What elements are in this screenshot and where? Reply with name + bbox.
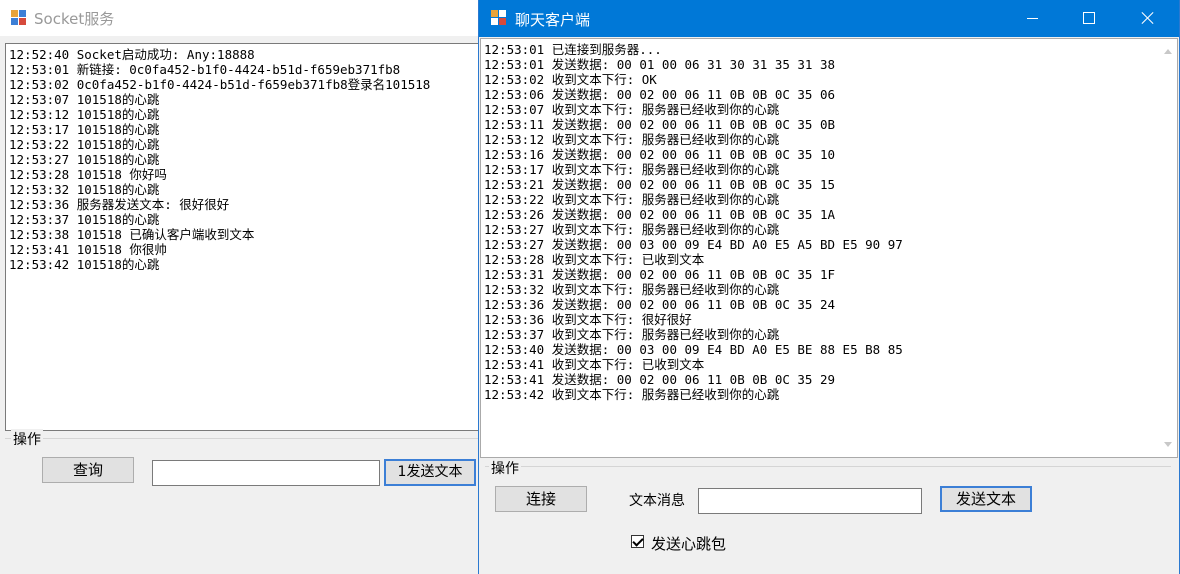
- minimize-button[interactable]: [1009, 0, 1055, 37]
- log-line: 12:53:36 收到文本下行: 很好很好: [484, 312, 692, 327]
- log-line: 12:53:37 收到文本下行: 服务器已经收到你的心跳: [484, 327, 780, 342]
- log-line: 12:53:31 发送数据: 00 02 00 06 11 0B 0B 0C 3…: [484, 267, 836, 282]
- heartbeat-checkbox[interactable]: [631, 535, 644, 548]
- minimize-icon: [1026, 17, 1038, 19]
- app-icon: [11, 10, 27, 26]
- close-icon: [1142, 12, 1154, 24]
- log-line: 12:53:12 101518的心跳: [9, 107, 160, 122]
- log-line: 12:53:36 发送数据: 00 02 00 06 11 0B 0B 0C 3…: [484, 297, 836, 312]
- connect-button[interactable]: 连接: [495, 486, 587, 512]
- log-line: 12:53:17 收到文本下行: 服务器已经收到你的心跳: [484, 162, 780, 177]
- vertical-scrollbar[interactable]: [1160, 39, 1177, 457]
- maximize-button[interactable]: [1066, 0, 1112, 37]
- scroll-up-icon[interactable]: [1164, 49, 1172, 54]
- log-line: 12:53:22 101518的心跳: [9, 137, 160, 152]
- log-line: 12:53:27 发送数据: 00 03 00 09 E4 BD A0 E5 A…: [484, 237, 903, 252]
- log-line: 12:53:27 收到文本下行: 服务器已经收到你的心跳: [484, 222, 780, 237]
- maximize-icon: [1083, 12, 1095, 24]
- log-line: 12:53:27 101518的心跳: [9, 152, 160, 167]
- log-line: 12:53:42 101518的心跳: [9, 257, 160, 272]
- log-line: 12:53:11 发送数据: 00 02 00 06 11 0B 0B 0C 3…: [484, 117, 836, 132]
- log-line: 12:53:36 服务器发送文本: 很好很好: [9, 197, 230, 212]
- log-line: 12:53:41 收到文本下行: 已收到文本: [484, 357, 705, 372]
- log-line: 12:53:01 已连接到服务器...: [484, 42, 662, 57]
- log-line: 12:53:07 收到文本下行: 服务器已经收到你的心跳: [484, 102, 780, 117]
- app-icon: [491, 10, 507, 26]
- scroll-down-icon[interactable]: [1164, 442, 1172, 447]
- log-line: 12:53:02 收到文本下行: OK: [484, 72, 657, 87]
- client-log-list: 12:53:01 已连接到服务器... 12:53:01 发送数据: 00 01 …: [484, 42, 903, 402]
- query-button[interactable]: 查询: [42, 457, 134, 483]
- client-window: 聊天客户端 12:53:01 已连接到服务器... 12:53:01 发送数据: …: [478, 0, 1180, 574]
- log-line: 12:53:22 收到文本下行: 服务器已经收到你的心跳: [484, 192, 780, 207]
- checkmark-icon: [632, 535, 644, 547]
- heartbeat-label[interactable]: 发送心跳包: [651, 533, 726, 554]
- log-line: 12:53:32 收到文本下行: 服务器已经收到你的心跳: [484, 282, 780, 297]
- client-send-text-button[interactable]: 发送文本: [940, 486, 1032, 512]
- log-line: 12:53:21 发送数据: 00 02 00 06 11 0B 0B 0C 3…: [484, 177, 836, 192]
- message-label: 文本消息: [629, 493, 685, 509]
- log-line: 12:53:01 发送数据: 00 01 00 06 31 30 31 35 3…: [484, 57, 836, 72]
- server-titlebar[interactable]: Socket服务: [0, 0, 490, 36]
- log-line: 12:53:01 新链接: 0c0fa452-b1f0-4424-b51d-f6…: [9, 62, 401, 77]
- log-line: 12:53:41 发送数据: 00 02 00 06 11 0B 0B 0C 3…: [484, 372, 836, 387]
- log-line: 12:53:28 收到文本下行: 已收到文本: [484, 252, 705, 267]
- window-title: Socket服务: [34, 10, 115, 28]
- log-line: 12:53:38 101518 已确认客户端收到文本: [9, 227, 255, 242]
- log-line: 12:53:42 收到文本下行: 服务器已经收到你的心跳: [484, 387, 780, 402]
- log-line: 12:53:12 收到文本下行: 服务器已经收到你的心跳: [484, 132, 780, 147]
- close-button[interactable]: [1125, 0, 1171, 37]
- client-log-box[interactable]: 12:53:01 已连接到服务器... 12:53:01 发送数据: 00 01 …: [480, 38, 1178, 458]
- log-line: 12:53:02 0c0fa452-b1f0-4424-b51d-f659eb3…: [9, 77, 431, 92]
- message-input[interactable]: [698, 488, 922, 514]
- server-send-text-button[interactable]: 1发送文本: [384, 459, 476, 486]
- log-line: 12:52:40 Socket启动成功: Any:18888: [9, 47, 255, 62]
- server-window: Socket服务 12:52:40 Socket启动成功: Any:18888 1…: [0, 0, 525, 574]
- server-text-input[interactable]: [152, 460, 380, 486]
- log-line: 12:53:07 101518的心跳: [9, 92, 160, 107]
- log-line: 12:53:28 101518 你好吗: [9, 167, 167, 182]
- log-line: 12:53:41 101518 你很帅: [9, 242, 167, 257]
- log-line: 12:53:37 101518的心跳: [9, 212, 160, 227]
- server-log-box[interactable]: 12:52:40 Socket启动成功: Any:18888 12:53:01 新…: [5, 43, 483, 431]
- log-line: 12:53:17 101518的心跳: [9, 122, 160, 137]
- log-line: 12:53:06 发送数据: 00 02 00 06 11 0B 0B 0C 3…: [484, 87, 836, 102]
- server-log-list: 12:52:40 Socket启动成功: Any:18888 12:53:01 新…: [9, 47, 430, 272]
- log-line: 12:53:16 发送数据: 00 02 00 06 11 0B 0B 0C 3…: [484, 147, 836, 162]
- client-operation-group: [485, 466, 1171, 567]
- group-label: 操作: [489, 458, 521, 478]
- log-line: 12:53:40 发送数据: 00 03 00 09 E4 BD A0 E5 B…: [484, 342, 903, 357]
- group-label: 操作: [11, 429, 43, 449]
- client-titlebar[interactable]: 聊天客户端: [479, 0, 1179, 37]
- window-title: 聊天客户端: [515, 11, 591, 29]
- log-line: 12:53:26 发送数据: 00 02 00 06 11 0B 0B 0C 3…: [484, 207, 836, 222]
- log-line: 12:53:32 101518的心跳: [9, 182, 160, 197]
